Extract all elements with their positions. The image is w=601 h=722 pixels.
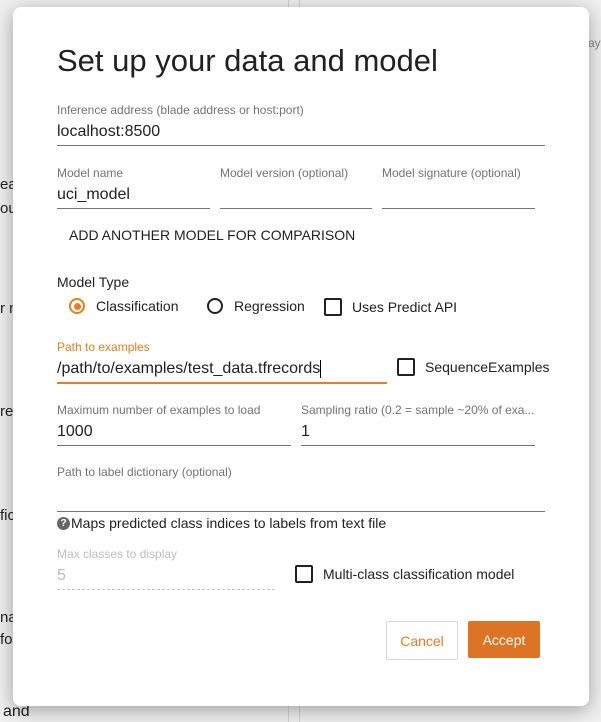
background-text: re (0, 403, 14, 420)
path-examples-input[interactable]: /path/to/examples/test_data.tfrecords (57, 360, 387, 382)
checkbox-icon (324, 298, 342, 316)
checkbox-icon (397, 358, 415, 376)
accept-button[interactable]: Accept (468, 621, 540, 658)
field-label: Model name (57, 166, 124, 180)
model-signature-input[interactable] (382, 186, 535, 208)
text-caret (320, 360, 322, 378)
setup-dialog: Set up your data and model Inference add… (13, 7, 589, 706)
dialog-title: Set up your data and model (57, 43, 438, 78)
model-name-input[interactable]: uci_model (57, 186, 210, 208)
checkbox-icon (295, 565, 313, 583)
model-type-label: Model Type (57, 274, 130, 290)
model-signature-field[interactable]: Model signature (optional) (382, 166, 535, 209)
path-examples-field[interactable]: Path to examples /path/to/examples/test_… (57, 340, 387, 384)
option-label: Regression (234, 298, 305, 314)
inference-address-field[interactable]: Inference address (blade address or host… (57, 103, 545, 146)
add-model-button[interactable]: ADD ANOTHER MODEL FOR COMPARISON (69, 227, 355, 243)
cancel-button[interactable]: Cancel (386, 621, 458, 660)
model-name-field[interactable]: Model name uci_model (57, 166, 210, 209)
inference-address-input[interactable]: localhost:8500 (57, 123, 545, 145)
option-label: SequenceExamples (425, 359, 550, 375)
label-dictionary-help: ? Maps predicted class indices to labels… (57, 515, 386, 531)
help-icon: ? (57, 516, 70, 530)
sampling-ratio-field[interactable]: Sampling ratio (0.2 = sample ~20% of exa… (301, 403, 535, 446)
background-text: fo (0, 631, 13, 648)
option-label: Classification (96, 298, 179, 314)
label-dictionary-field[interactable]: Path to label dictionary (optional) (57, 465, 545, 512)
option-label: Multi-class classification model (323, 566, 515, 582)
sequence-examples-checkbox[interactable]: SequenceExamples (397, 358, 550, 376)
field-label: Max classes to display (57, 547, 178, 561)
radio-regression[interactable]: Regression (207, 298, 305, 314)
label-dictionary-input[interactable] (57, 485, 545, 511)
radio-classification[interactable]: Classification (69, 298, 178, 314)
background-text: ay (588, 36, 601, 50)
max-classes-field: Max classes to display 5 (57, 547, 275, 590)
model-version-input[interactable] (220, 186, 372, 208)
field-label: Path to label dictionary (optional) (57, 465, 232, 479)
path-examples-text: /path/to/examples/test_data.tfrecords (57, 360, 321, 378)
field-label: Model version (optional) (220, 166, 349, 180)
field-label: Maximum number of examples to load (57, 403, 261, 417)
radio-icon (207, 298, 223, 314)
sampling-ratio-input[interactable]: 1 (301, 423, 535, 445)
max-examples-input[interactable]: 1000 (57, 423, 291, 445)
multiclass-checkbox[interactable]: Multi-class classification model (295, 565, 514, 583)
help-text: Maps predicted class indices to labels f… (71, 515, 387, 531)
field-label: Inference address (blade address or host… (57, 103, 304, 117)
radio-selected-icon (69, 298, 85, 314)
predict-api-checkbox[interactable]: Uses Predict API (324, 298, 457, 316)
max-classes-input: 5 (57, 567, 66, 584)
field-label: Path to examples (57, 340, 150, 354)
model-version-field[interactable]: Model version (optional) (220, 166, 372, 209)
option-label: Uses Predict API (352, 299, 458, 315)
max-examples-field[interactable]: Maximum number of examples to load 1000 (57, 403, 291, 446)
field-label: Sampling ratio (0.2 = sample ~20% of exa… (301, 403, 535, 417)
field-label: Model signature (optional) (382, 166, 521, 180)
